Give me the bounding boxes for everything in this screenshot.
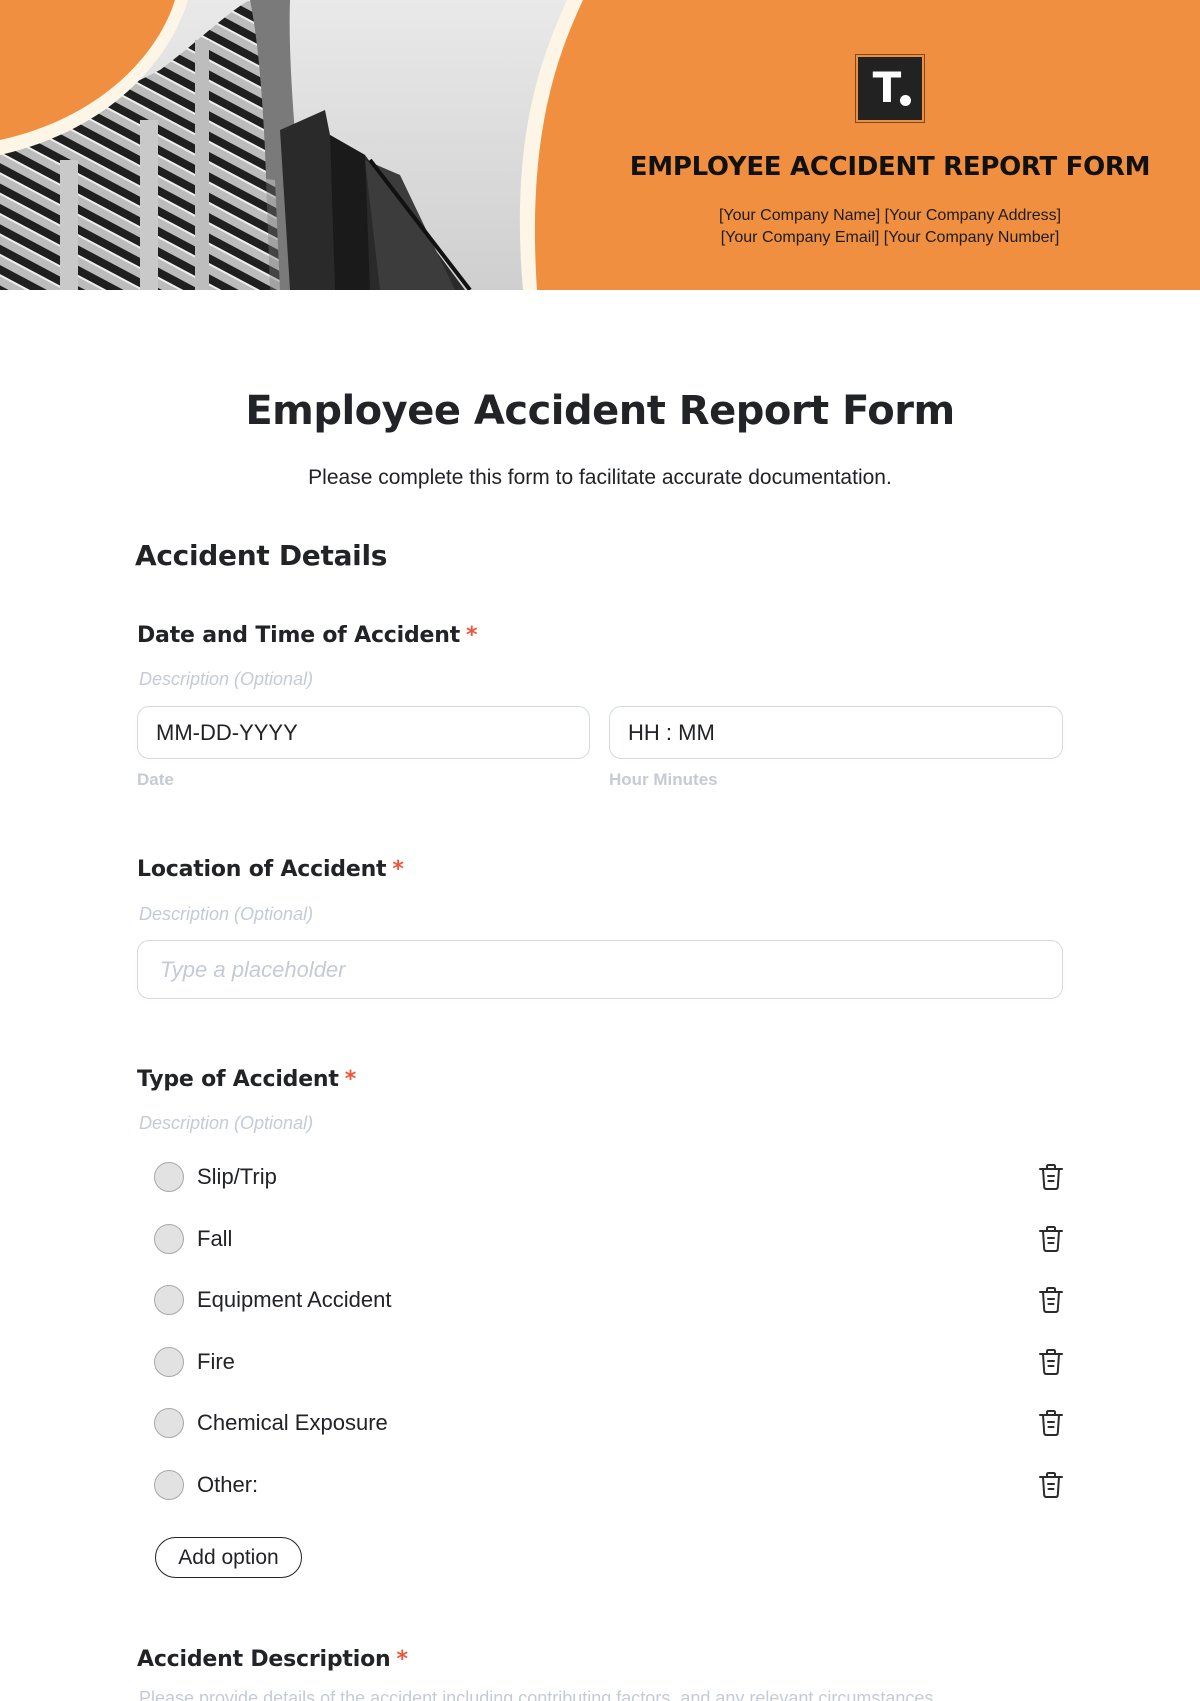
- radio-option[interactable]: Slip/Trip: [154, 1157, 1064, 1197]
- radio-option[interactable]: Chemical Exposure: [154, 1403, 1064, 1443]
- logo-letter: T: [872, 62, 902, 112]
- required-asterisk: *: [396, 1647, 408, 1672]
- radio-option-label[interactable]: Chemical Exposure: [197, 1410, 388, 1436]
- date-sublabel: Date: [137, 770, 174, 789]
- radio-button[interactable]: [154, 1285, 184, 1316]
- company-info-line-1: [Your Company Name] [Your Company Addres…: [718, 207, 1062, 224]
- trash-icon[interactable]: [1038, 1225, 1064, 1253]
- radio-option-label[interactable]: Other:: [197, 1472, 258, 1498]
- radio-option-label[interactable]: Fire: [197, 1349, 235, 1375]
- time-sublabel: Hour Minutes: [609, 770, 718, 789]
- question-label-type[interactable]: Type of Accident *: [137, 1067, 356, 1092]
- question-description[interactable]: Please provide details of the accident i…: [139, 1688, 938, 1701]
- logo-dot: [900, 95, 911, 106]
- radio-option-label[interactable]: Fall: [197, 1226, 232, 1252]
- question-description[interactable]: Description (Optional): [139, 1113, 313, 1134]
- required-asterisk: *: [466, 623, 478, 648]
- time-input[interactable]: HH : MM: [609, 706, 1063, 759]
- question-label-text: Accident Description: [137, 1647, 391, 1672]
- radio-option[interactable]: Fire: [154, 1342, 1064, 1382]
- question-label-date-time[interactable]: Date and Time of Accident *: [137, 623, 478, 648]
- trash-icon[interactable]: [1038, 1163, 1064, 1191]
- question-label-text: Type of Accident: [137, 1067, 339, 1092]
- radio-option-label[interactable]: Equipment Accident: [197, 1287, 391, 1313]
- question-description[interactable]: Description (Optional): [139, 904, 313, 925]
- radio-button[interactable]: [154, 1408, 184, 1439]
- trash-icon[interactable]: [1038, 1286, 1064, 1314]
- form-title[interactable]: Employee Accident Report Form: [0, 388, 1200, 434]
- question-label-text: Location of Accident: [137, 857, 387, 882]
- radio-button[interactable]: [154, 1346, 184, 1377]
- question-label-accident-description[interactable]: Accident Description *: [137, 1647, 408, 1672]
- location-input[interactable]: Type a placeholder: [137, 940, 1063, 999]
- radio-button[interactable]: [154, 1223, 184, 1254]
- header-banner: T EMPLOYEE ACCIDENT REPORT FORM [Your Co…: [0, 0, 1200, 290]
- radio-button[interactable]: [154, 1162, 184, 1192]
- company-info-line-2: [Your Company Email] [Your Company Numbe…: [720, 229, 1060, 246]
- question-label-location[interactable]: Location of Accident *: [137, 857, 404, 882]
- banner-title: EMPLOYEE ACCIDENT REPORT FORM: [629, 152, 1151, 182]
- radio-option[interactable]: Equipment Accident: [154, 1280, 1064, 1320]
- section-title[interactable]: Accident Details: [135, 539, 387, 572]
- trash-icon[interactable]: [1038, 1348, 1064, 1376]
- trash-icon[interactable]: [1038, 1409, 1064, 1437]
- add-option-button[interactable]: Add option: [155, 1537, 302, 1578]
- radio-option[interactable]: Fall: [154, 1219, 1064, 1259]
- brand-logo-icon: T: [855, 54, 925, 123]
- form-subtitle[interactable]: Please complete this form to facilitate …: [0, 466, 1200, 490]
- date-input[interactable]: MM-DD-YYYY: [137, 706, 590, 759]
- radio-button[interactable]: [154, 1470, 184, 1500]
- question-label-text: Date and Time of Accident: [137, 623, 461, 648]
- question-description[interactable]: Description (Optional): [139, 669, 313, 690]
- radio-option[interactable]: Other:: [154, 1465, 1064, 1505]
- required-asterisk: *: [392, 857, 404, 882]
- radio-option-label[interactable]: Slip/Trip: [197, 1164, 277, 1190]
- trash-icon[interactable]: [1038, 1471, 1064, 1499]
- required-asterisk: *: [344, 1067, 357, 1092]
